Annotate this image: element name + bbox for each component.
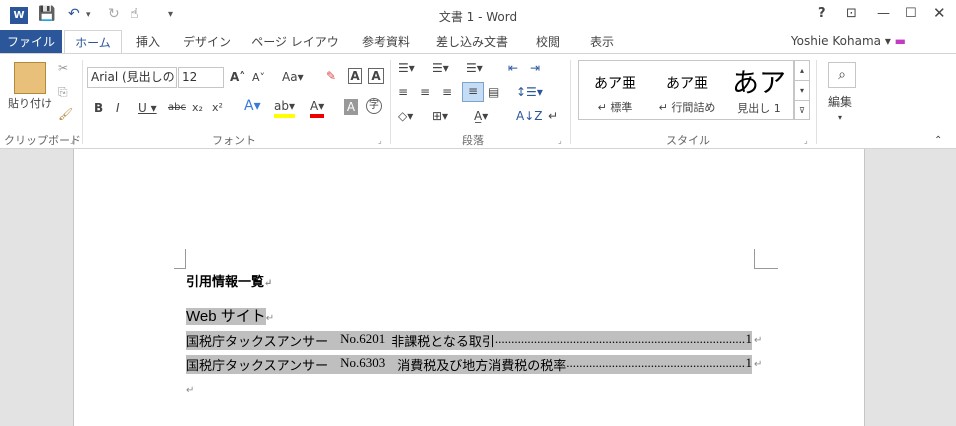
style-no-spacing-label: ↵ 行間詰め [658,101,716,114]
crop-mark-left [174,249,186,269]
tab-references[interactable]: 参考資料 [354,30,418,54]
italic-icon[interactable]: I [116,100,120,116]
decrease-indent-icon[interactable]: ⇤ [508,60,518,76]
crop-mark-right [754,249,778,269]
styles-down-icon[interactable]: ▾ [795,80,809,100]
borders-icon[interactable]: ⊞▾ [432,108,448,124]
editing-dropdown-icon[interactable]: ▾ [838,110,842,126]
styles-gallery: あア亜 ↵ 標準 あア亜 ↵ 行間詰め あア 見出し 1 [578,60,794,120]
user-avatar-icon: ▬ [894,34,906,48]
toc-entry-line: 国税庁タックスアンサー No.6303 消費税及び地方消費税の税率 ......… [186,355,752,374]
paste-button[interactable]: 貼り付け [8,96,52,112]
phonetic-guide-icon[interactable]: A [348,68,362,84]
subscript-icon[interactable]: x₂ [192,100,203,116]
style-heading-1[interactable]: あア 見出し 1 [723,61,795,119]
document-heading: 引用情報一覧↵ [186,274,273,289]
group-label-paragraph: 段落 [462,134,484,147]
document-page[interactable]: 引用情報一覧↵ Web サイト↵ 国税庁タックスアンサー No.6201 非課税… [73,149,865,426]
window-title: 文書 1 - Word [438,10,518,24]
align-right-icon[interactable]: ≡ [442,84,452,100]
font-name-combo[interactable]: Arial (見出しの [87,67,177,88]
styles-scroll[interactable]: ▴ ▾ ⊽ [794,60,810,120]
shading-icon[interactable]: ◇▾ [398,108,413,124]
increase-indent-icon[interactable]: ⇥ [530,60,540,76]
shrink-font-icon[interactable]: A˅ [252,70,265,86]
tab-review[interactable]: 校閲 [526,30,570,54]
ribbon-display-icon[interactable]: ⊡ [846,6,857,21]
minimize-icon[interactable]: — [877,6,890,21]
tab-home[interactable]: ホーム [64,30,122,55]
group-label-font: フォント [212,134,256,147]
toc-entry-line: 国税庁タックスアンサー No.6201 非課税となる取引 ...........… [186,331,752,350]
format-painter-icon[interactable]: 🖌 [58,106,73,122]
style-no-spacing[interactable]: あア亜 ↵ 行間詰め [651,61,723,119]
underline-icon[interactable]: U ▾ [138,100,157,116]
character-shading-icon[interactable]: A [344,99,358,115]
bold-icon[interactable]: B [94,100,103,116]
tab-file[interactable]: ファイル [0,30,62,54]
user-name[interactable]: Yoshie Kohama ▾ ▬ [791,34,906,48]
strikethrough-icon[interactable]: abc [168,100,186,116]
font-launcher-icon[interactable]: ⌟ [378,133,382,149]
grow-font-icon[interactable]: A˄ [230,69,245,85]
font-size-combo[interactable]: 12 [178,67,224,88]
editing-button[interactable]: 編集 [828,94,852,110]
character-border-icon[interactable]: A [368,68,384,84]
tab-design[interactable]: デザイン [178,30,236,54]
tab-mailings[interactable]: 差し込み文書 [430,30,514,54]
toc-entry[interactable]: 国税庁タックスアンサー No.6201 非課税となる取引 ...........… [186,331,766,350]
bullets-icon[interactable]: ☰▾ [398,60,415,76]
align-left-icon[interactable]: ≡ [398,84,408,100]
title-bar: W 💾 ↶ ▾ ↻ ☝ ▾ 文書 1 - Word ? ⊡ — ☐ ✕ [0,0,956,30]
separator [570,60,571,144]
superscript-icon[interactable]: x² [212,100,223,116]
distributed-icon[interactable]: ▤ [488,84,499,100]
leader-dots: ........................................… [566,355,746,370]
group-label-styles: スタイル [666,134,710,147]
toc-entry[interactable]: 国税庁タックスアンサー No.6303 消費税及び地方消費税の税率 ......… [186,355,766,374]
paragraph-mark: ↵ [754,335,763,346]
font-color-icon[interactable]: A▾ [310,98,325,118]
separator [82,60,83,144]
document-area: 引用情報一覧↵ Web サイト↵ 国税庁タックスアンサー No.6201 非課税… [0,149,956,426]
paragraph-launcher-icon[interactable]: ⌟ [558,133,562,149]
justify-icon[interactable]: ≡ [462,82,484,102]
sort-icon[interactable]: A↓Z [516,108,542,124]
cut-icon[interactable]: ✂ [58,60,68,76]
text-effects-icon[interactable]: A▾ [244,98,261,114]
separator [390,60,391,144]
tab-page-layout[interactable]: ページ レイアウト [248,30,342,73]
copy-icon[interactable]: ⎘ [58,84,68,100]
enclosed-character-icon[interactable]: 字 [366,98,382,114]
help-icon[interactable]: ? [818,6,826,21]
numbering-icon[interactable]: ☰▾ [432,60,449,76]
align-center-icon[interactable]: ≡ [420,84,430,100]
style-normal[interactable]: あア亜 ↵ 標準 [579,61,651,119]
paste-icon[interactable] [14,62,46,94]
leader-dots: ........................................… [494,331,746,346]
separator [816,60,817,144]
paragraph-mark: ↵ [754,359,763,370]
styles-up-icon[interactable]: ▴ [795,61,809,80]
tab-view[interactable]: 表示 [580,30,624,54]
collapse-ribbon-icon[interactable]: ⌃ [934,133,942,149]
multilevel-list-icon[interactable]: ☰▾ [466,60,483,76]
find-icon[interactable]: ⌕ [828,62,856,88]
paragraph-mark: ↵ [186,385,195,396]
ribbon: 貼り付け ✂ ⎘ 🖌 クリップボード ⌟ Arial (見出しの 12 A˄ A… [0,53,956,149]
clear-formatting-icon[interactable]: ✎ [326,68,336,84]
show-paragraph-marks-icon[interactable]: ↵ [548,108,558,124]
line-spacing-icon[interactable]: ↕☰▾ [516,84,543,100]
clipboard-launcher-icon[interactable]: ⌟ [70,133,74,149]
styles-launcher-icon[interactable]: ⌟ [804,133,808,149]
styles-more-icon[interactable]: ⊽ [795,100,809,120]
highlight-color-icon[interactable]: ab▾ [274,98,295,118]
style-normal-label: ↵ 標準 [597,101,633,114]
section-heading: Web サイト↵ [186,308,275,325]
close-icon[interactable]: ✕ [933,4,946,22]
maximize-icon[interactable]: ☐ [905,6,917,21]
tab-insert[interactable]: 挿入 [128,30,168,54]
change-case-icon[interactable]: Aa▾ [282,69,304,85]
asian-layout-icon[interactable]: A̲▾ [474,108,488,124]
